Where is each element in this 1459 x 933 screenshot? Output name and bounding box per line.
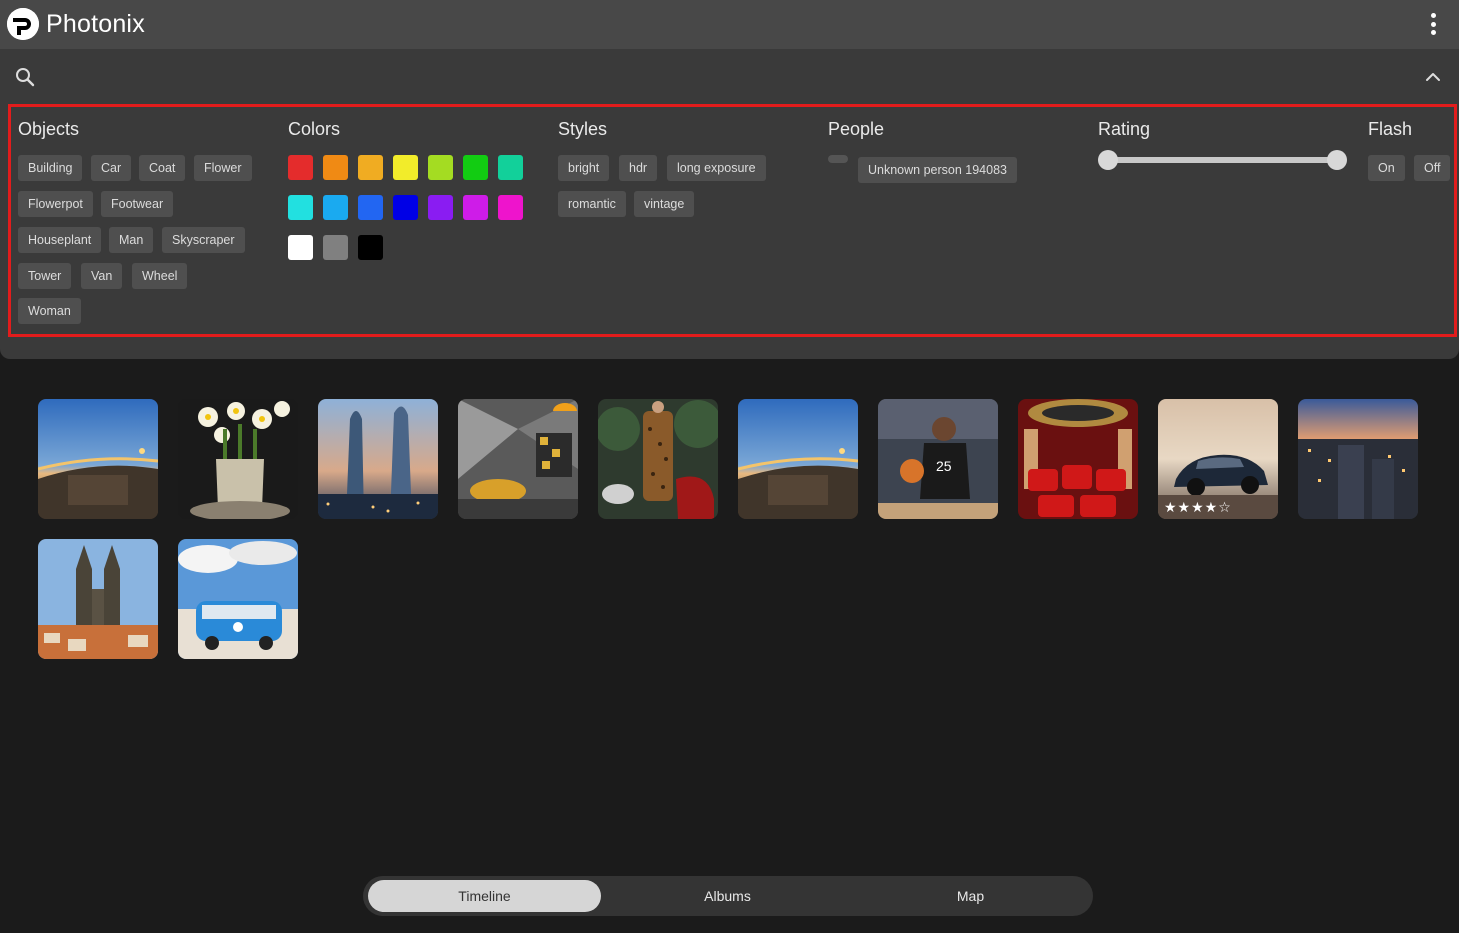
color-swatch[interactable] <box>323 235 348 260</box>
color-swatch[interactable] <box>393 195 418 220</box>
color-swatch[interactable] <box>498 195 523 220</box>
tab-timeline[interactable]: Timeline <box>368 880 601 912</box>
chip-unknown-person[interactable]: Unknown person 194083 <box>858 157 1017 183</box>
color-swatch[interactable] <box>288 235 313 260</box>
color-swatch[interactable] <box>393 155 418 180</box>
photo-thumbnail[interactable] <box>1298 399 1418 519</box>
modern-lounge-image <box>458 399 578 519</box>
flash-title: Flash <box>1368 119 1413 139</box>
color-swatch[interactable] <box>463 195 488 220</box>
daffodils-vase-image <box>178 399 298 519</box>
people-toggle[interactable] <box>828 155 848 163</box>
chip-coat[interactable]: Coat <box>139 155 186 181</box>
chip-wheel[interactable]: Wheel <box>132 263 188 289</box>
rating-slider-max-thumb[interactable] <box>1327 150 1347 170</box>
app-header: Photonix <box>0 0 1459 49</box>
chip-bright[interactable]: bright <box>558 155 610 181</box>
chevron-up-icon[interactable] <box>1423 67 1443 87</box>
search-icon[interactable] <box>14 66 36 88</box>
chip-van[interactable]: Van <box>81 263 123 289</box>
more-vert-icon[interactable] <box>1421 11 1445 37</box>
color-swatch[interactable] <box>288 195 313 220</box>
photo-thumbnail[interactable] <box>318 399 438 519</box>
color-swatch[interactable] <box>323 195 348 220</box>
chip-man[interactable]: Man <box>109 227 154 253</box>
chip-footwear[interactable]: Footwear <box>101 191 174 217</box>
photonix-logo-icon[interactable] <box>7 8 39 40</box>
rating-slider-track[interactable] <box>1108 157 1339 163</box>
color-swatch[interactable] <box>498 155 523 180</box>
bridge-dusk-image <box>738 399 858 519</box>
color-swatch[interactable] <box>428 155 453 180</box>
chip-flash-off[interactable]: Off <box>1414 155 1451 181</box>
rating-slider-min-thumb[interactable] <box>1098 150 1118 170</box>
search-panel: Objects Building Car Coat Flower Flowerp… <box>0 49 1459 359</box>
photo-thumbnail[interactable] <box>38 399 158 519</box>
chip-tower[interactable]: Tower <box>18 263 72 289</box>
photo-thumbnail[interactable]: 25 <box>878 399 998 519</box>
chip-building[interactable]: Building <box>18 155 83 181</box>
bridge-dusk-image <box>38 399 158 519</box>
red-cinema-image <box>1018 399 1138 519</box>
photo-thumbnail[interactable] <box>1018 399 1138 519</box>
objects-title: Objects <box>18 119 80 139</box>
rating-title: Rating <box>1098 119 1151 139</box>
people-title: People <box>828 119 885 139</box>
bottom-nav: Timeline Albums Map <box>363 876 1093 916</box>
chip-romantic[interactable]: romantic <box>558 191 626 217</box>
svg-text:25: 25 <box>936 458 952 474</box>
filters-area: Objects Building Car Coat Flower Flowerp… <box>8 104 1457 337</box>
photo-thumbnail[interactable] <box>178 539 298 659</box>
chip-car[interactable]: Car <box>91 155 132 181</box>
app-title: Photonix <box>46 10 145 38</box>
photo-thumbnail[interactable] <box>598 399 718 519</box>
photo-thumbnail[interactable] <box>178 399 298 519</box>
color-swatch[interactable] <box>358 235 383 260</box>
blue-van-image <box>178 539 298 659</box>
twin-towers-image <box>318 399 438 519</box>
photo-thumbnail[interactable] <box>38 539 158 659</box>
color-swatch[interactable] <box>288 155 313 180</box>
chip-vintage[interactable]: vintage <box>634 191 695 217</box>
chip-flowerpot[interactable]: Flowerpot <box>18 191 93 217</box>
photo-thumbnail[interactable]: ★★★★☆ <box>1158 399 1278 519</box>
color-swatch[interactable] <box>358 155 383 180</box>
color-swatch[interactable] <box>428 195 453 220</box>
leopard-coat-image <box>598 399 718 519</box>
chip-flash-on[interactable]: On <box>1368 155 1405 181</box>
basketball-player-image: 25 <box>878 399 998 519</box>
styles-title: Styles <box>558 119 608 139</box>
rating-stars: ★★★★☆ <box>1164 499 1232 515</box>
chip-skyscraper[interactable]: Skyscraper <box>162 227 245 253</box>
chip-long-exposure[interactable]: long exposure <box>667 155 766 181</box>
chip-houseplant[interactable]: Houseplant <box>18 227 102 253</box>
photo-thumbnail[interactable] <box>738 399 858 519</box>
gothic-church-image <box>38 539 158 659</box>
city-night-image <box>1298 399 1418 519</box>
chip-hdr[interactable]: hdr <box>619 155 658 181</box>
color-swatch[interactable] <box>463 155 488 180</box>
tab-albums[interactable]: Albums <box>611 880 844 912</box>
chip-flower[interactable]: Flower <box>194 155 252 181</box>
photo-thumbnail[interactable] <box>458 399 578 519</box>
tab-map[interactable]: Map <box>854 880 1087 912</box>
color-swatch[interactable] <box>358 195 383 220</box>
color-swatch[interactable] <box>323 155 348 180</box>
chip-woman[interactable]: Woman <box>18 298 81 324</box>
colors-title: Colors <box>288 119 341 139</box>
